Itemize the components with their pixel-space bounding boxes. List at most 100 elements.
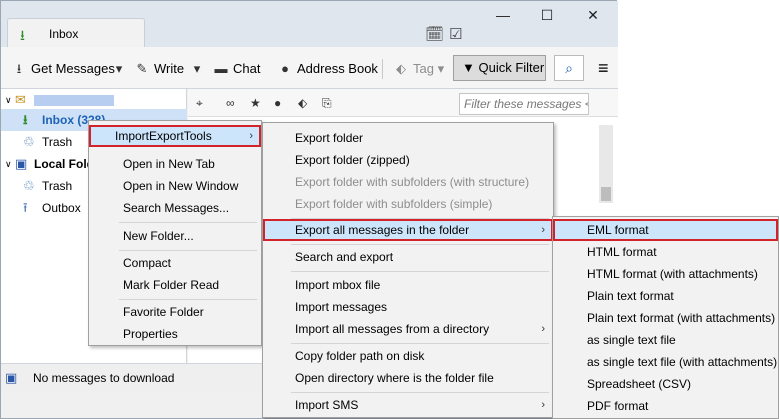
- importexport-submenu: Export folder Export folder (zipped) Exp…: [262, 122, 554, 418]
- menu-item-new-folder[interactable]: New Folder...: [89, 225, 194, 247]
- menu-item-export-folder[interactable]: Export folder: [263, 127, 363, 149]
- search-icon: ⌕: [565, 60, 573, 76]
- search-button[interactable]: ⌕: [554, 55, 584, 81]
- write-button[interactable]: ✎ Write: [134, 59, 185, 79]
- menu-separator: [291, 244, 549, 245]
- menu-separator: [119, 299, 257, 300]
- scrollbar[interactable]: [599, 125, 613, 203]
- menu-item-export-subfolders-simple: Export folder with subfolders (simple): [295, 197, 493, 211]
- menu-item-html-attachments[interactable]: HTML format (with attachments): [553, 263, 758, 285]
- folder-label: Trash: [42, 179, 73, 193]
- menu-item-label: Import SMS: [295, 398, 359, 412]
- outbox-icon: ⭱: [23, 200, 28, 215]
- menu-separator: [291, 392, 549, 393]
- chevron-down-icon: ▾: [115, 61, 123, 76]
- menu-item-import-mbox[interactable]: Import mbox file: [263, 274, 380, 296]
- get-messages-button[interactable]: ⭳ Get Messages: [11, 59, 115, 79]
- maximize-button[interactable]: ☐: [532, 7, 562, 27]
- trash-icon: ♲: [23, 134, 35, 149]
- tag-icon[interactable]: ⬖: [298, 96, 307, 110]
- mail-account-icon: ✉: [15, 92, 26, 107]
- menu-item-spreadsheet-csv[interactable]: Spreadsheet (CSV): [553, 373, 691, 395]
- menu-item-html-format[interactable]: HTML format: [553, 241, 657, 263]
- minimize-button[interactable]: —: [488, 7, 518, 27]
- quick-filter-label: Quick Filter: [478, 60, 545, 75]
- connection-icon: ▣: [5, 370, 18, 385]
- main-toolbar: ⭳ Get Messages ▾ ✎ Write ▾ ▬ Chat ● Address …: [1, 47, 618, 89]
- get-messages-dropdown[interactable]: ▾: [111, 59, 131, 79]
- filter-messages-input[interactable]: Filter these messages <C: [459, 93, 589, 115]
- tag-label: Tag: [413, 61, 434, 76]
- chevron-down-icon: ∨: [5, 159, 12, 169]
- menu-item-open-new-window[interactable]: Open in New Window: [89, 175, 238, 197]
- pin-icon[interactable]: ⌖: [196, 96, 203, 111]
- menu-separator: [119, 222, 257, 223]
- chevron-right-icon: ›: [249, 130, 253, 142]
- menu-item-export-all-messages[interactable]: Export all messages in the folder ›: [263, 219, 553, 241]
- write-dropdown[interactable]: ▾: [189, 59, 209, 79]
- status-text: No messages to download: [33, 371, 175, 385]
- menu-item-copy-folder-path[interactable]: Copy folder path on disk: [263, 345, 424, 367]
- trash-icon: ♲: [23, 178, 35, 193]
- account-row[interactable]: ∨ ✉: [1, 89, 187, 111]
- folder-label: Outbox: [42, 201, 81, 215]
- scrollbar-thumb[interactable]: [601, 187, 611, 201]
- menu-item-search-and-export[interactable]: Search and export: [263, 246, 393, 268]
- menu-item-importexporttools[interactable]: ImportExportTools ›: [89, 125, 261, 147]
- close-button[interactable]: ✕: [578, 7, 608, 27]
- menu-item-label: ImportExportTools: [115, 129, 212, 143]
- quick-filter-button[interactable]: ▼ Quick Filter: [453, 55, 546, 81]
- menu-item-mark-folder-read[interactable]: Mark Folder Read: [89, 274, 219, 296]
- menu-item-search-messages[interactable]: Search Messages...: [89, 197, 229, 219]
- menu-separator: [291, 343, 549, 344]
- menu-item-open-new-tab[interactable]: Open in New Tab: [89, 153, 215, 175]
- menu-separator: [291, 271, 549, 272]
- title-bar: ⭳ Inbox 🗓 ☑ — ☐ ✕: [1, 1, 618, 48]
- contact-icon[interactable]: ●: [274, 96, 281, 110]
- tasks-icon[interactable]: ☑: [449, 25, 462, 43]
- menu-separator: [119, 250, 257, 251]
- menu-item-import-sms[interactable]: Import SMS ›: [263, 394, 553, 416]
- chevron-down-icon: ▾: [193, 61, 201, 76]
- tab-label: Inbox: [49, 27, 79, 41]
- chevron-right-icon: ›: [541, 399, 545, 411]
- unread-icon[interactable]: ∞: [226, 96, 235, 110]
- menu-item-favorite-folder[interactable]: Favorite Folder: [89, 301, 204, 323]
- tag-button[interactable]: ⬖ Tag ▾: [393, 59, 444, 79]
- menu-item-label: Export all messages in the folder: [295, 223, 470, 237]
- folder-label: Local Fold: [34, 157, 94, 171]
- chat-button[interactable]: ▬ Chat: [213, 59, 261, 79]
- menu-item-plain-text-attachments[interactable]: Plain text format (with attachments): [553, 307, 775, 329]
- pencil-icon: ✎: [136, 61, 148, 76]
- menu-item-eml-format[interactable]: EML format: [553, 219, 778, 241]
- toolbar-separator: [382, 59, 383, 79]
- inbox-download-icon: ⭳: [20, 27, 25, 43]
- menu-item-label: Import all messages from a directory: [295, 322, 490, 336]
- menu-item-compact[interactable]: Compact: [89, 252, 171, 274]
- download-icon: ⭳: [16, 61, 22, 76]
- chevron-right-icon: ›: [541, 224, 545, 236]
- menu-item-properties[interactable]: Properties: [89, 323, 178, 345]
- folder-label: Trash: [42, 135, 73, 149]
- account-name-redacted: [34, 95, 114, 106]
- tab-inbox[interactable]: ⭳ Inbox: [7, 18, 145, 48]
- menu-item-export-subfolders-structure: Export folder with subfolders (with stru…: [295, 175, 530, 189]
- export-format-submenu: EML format HTML format HTML format (with…: [552, 216, 779, 419]
- menu-item-export-folder-zipped[interactable]: Export folder (zipped): [263, 149, 410, 171]
- star-icon[interactable]: ★: [250, 96, 261, 110]
- hamburger-menu-icon[interactable]: ≡: [598, 59, 609, 77]
- menu-item-pdf-format[interactable]: PDF format: [553, 395, 648, 417]
- calendar-icon[interactable]: 🗓: [425, 25, 444, 43]
- menu-item-import-messages[interactable]: Import messages: [263, 296, 387, 318]
- address-book-button[interactable]: ● Address Book: [277, 59, 378, 79]
- menu-item-open-folder-directory[interactable]: Open directory where is the folder file: [263, 367, 494, 389]
- menu-item-plain-text[interactable]: Plain text format: [553, 285, 674, 307]
- attachment-icon[interactable]: ⎘: [322, 96, 332, 111]
- chat-label: Chat: [233, 61, 261, 76]
- menu-item-single-text-attachments[interactable]: as single text file (with attachments): [553, 351, 777, 373]
- inbox-icon: ⭳: [23, 112, 28, 127]
- tag-icon: ⬖: [396, 61, 406, 76]
- menu-item-import-from-directory[interactable]: Import all messages from a directory ›: [263, 318, 553, 340]
- menu-item-single-text-file[interactable]: as single text file: [553, 329, 676, 351]
- folder-context-menu: ImportExportTools › Open in New Tab Open …: [88, 120, 262, 346]
